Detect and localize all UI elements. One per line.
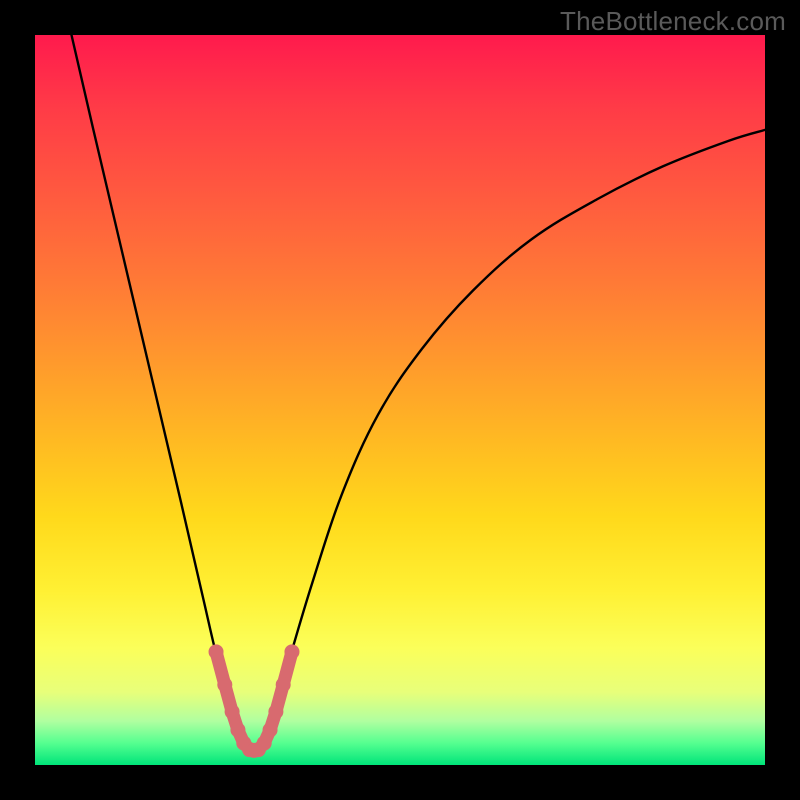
v-marker-dot: [257, 736, 272, 751]
chart-svg: [0, 0, 800, 800]
bottleneck-curve: [72, 35, 766, 750]
v-marker-dot: [263, 722, 278, 737]
watermark-text: TheBottleneck.com: [560, 6, 786, 37]
v-marker-dot: [276, 677, 291, 692]
v-marker-dot: [230, 722, 245, 737]
v-marker-dot: [268, 704, 283, 719]
v-marker-dot: [209, 644, 224, 659]
v-marker-dot: [284, 644, 299, 659]
v-marker-dot: [225, 704, 240, 719]
chart-frame: TheBottleneck.com: [0, 0, 800, 800]
v-marker-dot: [217, 677, 232, 692]
v-marker-line: [216, 652, 292, 751]
curve-layer: [72, 35, 766, 758]
